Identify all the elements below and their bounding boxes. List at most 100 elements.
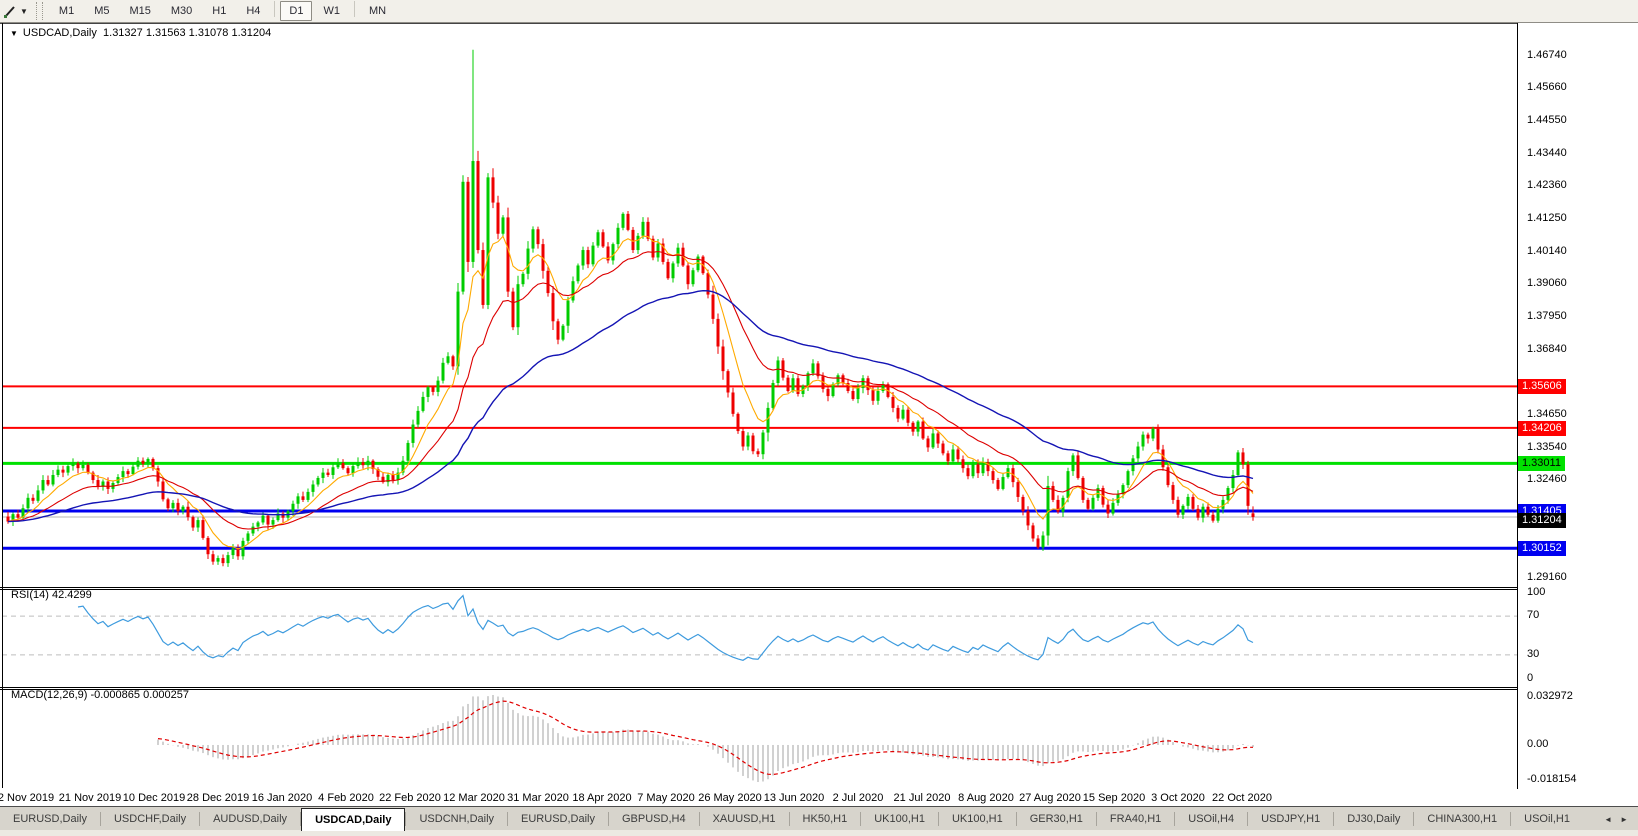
chart-tab[interactable]: UK100,H1 <box>939 807 1016 831</box>
date-axis-label: 22 Feb 2020 <box>379 792 441 804</box>
date-axis-label: 21 Jul 2020 <box>893 792 951 804</box>
chart-tab[interactable]: USOil,H4 <box>1175 807 1247 831</box>
chart-tab[interactable]: GBPUSD,H4 <box>609 807 699 831</box>
chart-tab[interactable]: UK100,H1 <box>861 807 938 831</box>
date-axis-label: 7 May 2020 <box>637 792 695 804</box>
chart-tab[interactable]: CHINA300,H1 <box>1414 807 1510 831</box>
rsi-axis-label: 0 <box>1527 672 1534 684</box>
candlestick-series <box>6 49 1255 567</box>
chart-tab[interactable]: XAUUSD,H1 <box>700 807 789 831</box>
axis-tick-marks <box>25 55 1523 793</box>
chart-tab[interactable]: EURUSD,Daily <box>508 807 608 831</box>
rsi-line <box>77 594 1254 661</box>
macd-signal-line <box>157 700 1253 776</box>
macd-indicator-label: MACD(12,26,9) -0.000865 0.000257 <box>11 689 189 701</box>
macd-axis-label: 0.032972 <box>1527 690 1573 702</box>
timeframe-button-M5[interactable]: M5 <box>85 1 118 21</box>
timeframe-button-M1[interactable]: M1 <box>50 1 83 21</box>
price-level-label: 1.34206 <box>1518 420 1566 436</box>
drawing-tool-dropdown-icon[interactable]: ▼ <box>20 7 28 16</box>
timeframe-button-D1[interactable]: D1 <box>280 1 313 21</box>
timeframe-button-H4[interactable]: H4 <box>237 1 269 21</box>
date-axis-label: 2 Jul 2020 <box>832 792 884 804</box>
drawing-tool-icon[interactable] <box>1 2 19 20</box>
date-axis-label: 27 Aug 2020 <box>1019 792 1081 804</box>
price-chart-canvas[interactable] <box>0 23 1638 806</box>
chart-tabs: EURUSD,Daily USDCHF,Daily AUDUSD,Daily USDC… <box>0 807 1583 831</box>
chart-symbol-label: USDCAD,Daily <box>22 27 97 39</box>
toolbar-separator <box>274 1 276 17</box>
date-axis[interactable]: 2 Nov 2019 21 Nov 2019 10 Dec 2019 28 Dec 2… <box>0 788 1517 806</box>
date-axis-label: 26 May 2020 <box>698 792 762 804</box>
rsi-axis-label: 100 <box>1527 586 1546 598</box>
timeframe-button-MN[interactable]: MN <box>360 1 395 21</box>
chart-tab[interactable]: USDCAD,Daily <box>301 808 406 831</box>
price-axis-label: 1.34650 <box>1527 407 1567 420</box>
date-axis-label: 12 Mar 2020 <box>443 792 505 804</box>
chart-tab[interactable]: GER30,H1 <box>1017 807 1096 831</box>
chart-tab[interactable]: DJ30,Daily <box>1334 807 1413 831</box>
price-axis-label: 1.32460 <box>1527 472 1567 485</box>
chart-ohlc-values: 1.31327 1.31563 1.31078 1.31204 <box>103 27 272 39</box>
chart-title-collapse-icon[interactable]: ▼ <box>10 29 18 38</box>
toolbar-grip[interactable] <box>35 2 43 20</box>
date-axis-label: 22 Oct 2020 <box>1212 792 1272 804</box>
price-axis-label: 1.37950 <box>1527 309 1567 322</box>
price-axis-label: 1.44550 <box>1527 113 1567 126</box>
date-axis-label: 28 Dec 2019 <box>186 792 250 804</box>
date-axis-label: 10 Dec 2019 <box>122 792 186 804</box>
price-axis-label: 1.29160 <box>1527 570 1567 583</box>
macd-axis-label: 0.00 <box>1527 737 1549 750</box>
ma-mid-line <box>7 250 1254 530</box>
level-lines <box>2 385 1517 550</box>
status-strip <box>0 830 1638 836</box>
chart-tab[interactable]: USOil,H1 <box>1511 807 1583 831</box>
price-level-label: 1.33011 <box>1518 456 1565 472</box>
price-axis-label: 1.43440 <box>1527 146 1567 159</box>
current-price-label: 1.31204 <box>1518 513 1566 528</box>
date-axis-label: 3 Oct 2020 <box>1151 792 1205 804</box>
price-axis-label: 1.39060 <box>1527 276 1567 289</box>
chart-tab[interactable]: USDCHF,Daily <box>101 807 199 831</box>
date-axis-label: 4 Feb 2020 <box>318 792 374 804</box>
price-axis[interactable]: 1.46740 1.45660 1.44550 1.43440 1.42360 1.412… <box>1518 23 1638 806</box>
date-axis-label: 8 Aug 2020 <box>958 792 1014 804</box>
toolbar-separator <box>353 1 355 17</box>
chart-window: ▼ USDCAD,Daily 1.31327 1.31563 1.31078 1.… <box>0 23 1638 806</box>
rsi-panel <box>2 615 1517 656</box>
chart-tab[interactable]: USDCNH,Daily <box>406 807 507 831</box>
timeframe-button-M15[interactable]: M15 <box>120 1 159 21</box>
tab-scroll-controls: ◄ ► <box>1594 807 1638 831</box>
timeframe-button-M30[interactable]: M30 <box>162 1 201 21</box>
tab-scroll-right-icon[interactable]: ► <box>1620 815 1628 824</box>
ma-slow-line <box>7 289 1254 523</box>
timeframe-buttons: M1 M5 M15 M30 H1 H4 D1 W1 MN <box>49 1 396 21</box>
date-axis-label: 16 Jan 2020 <box>251 792 313 804</box>
timeframe-button-W1[interactable]: W1 <box>314 1 349 21</box>
price-axis-label: 1.40140 <box>1527 244 1567 257</box>
chart-title: ▼ USDCAD,Daily 1.31327 1.31563 1.31078 1.… <box>10 27 271 39</box>
macd-histogram <box>157 695 1254 782</box>
price-axis-label: 1.33540 <box>1527 440 1567 453</box>
tab-scroll-left-icon[interactable]: ◄ <box>1604 815 1612 824</box>
chart-tab[interactable]: EURUSD,Daily <box>0 807 100 831</box>
rsi-axis-label: 30 <box>1527 647 1540 660</box>
chart-tab-bar: EURUSD,Daily USDCHF,Daily AUDUSD,Daily USDC… <box>0 806 1638 831</box>
price-axis-label: 1.46740 <box>1527 48 1567 61</box>
rsi-axis-label: 70 <box>1527 609 1540 622</box>
price-axis-label: 1.42360 <box>1527 178 1567 191</box>
rsi-indicator-label: RSI(14) 42.4299 <box>11 589 92 601</box>
date-axis-label: 18 Apr 2020 <box>572 792 632 804</box>
chart-tab[interactable]: HK50,H1 <box>790 807 861 831</box>
chart-tab[interactable]: USDJPY,H1 <box>1248 807 1333 831</box>
date-axis-label: 21 Nov 2019 <box>58 792 122 804</box>
timeframe-button-H1[interactable]: H1 <box>203 1 235 21</box>
chart-tab[interactable]: FRA40,H1 <box>1097 807 1174 831</box>
chart-tab[interactable]: AUDUSD,Daily <box>200 807 300 831</box>
ma-fast-line <box>7 235 1254 550</box>
date-axis-label: 31 Mar 2020 <box>507 792 569 804</box>
trading-platform-window: ▼ M1 M5 M15 M30 H1 H4 D1 W1 MN ▼ USDCAD,Daily 1.3… <box>0 0 1638 836</box>
price-axis-label: 1.45660 <box>1527 81 1567 94</box>
macd-axis-label: -0.018154 <box>1527 773 1577 785</box>
timeframe-toolbar: ▼ M1 M5 M15 M30 H1 H4 D1 W1 MN <box>0 0 1638 23</box>
